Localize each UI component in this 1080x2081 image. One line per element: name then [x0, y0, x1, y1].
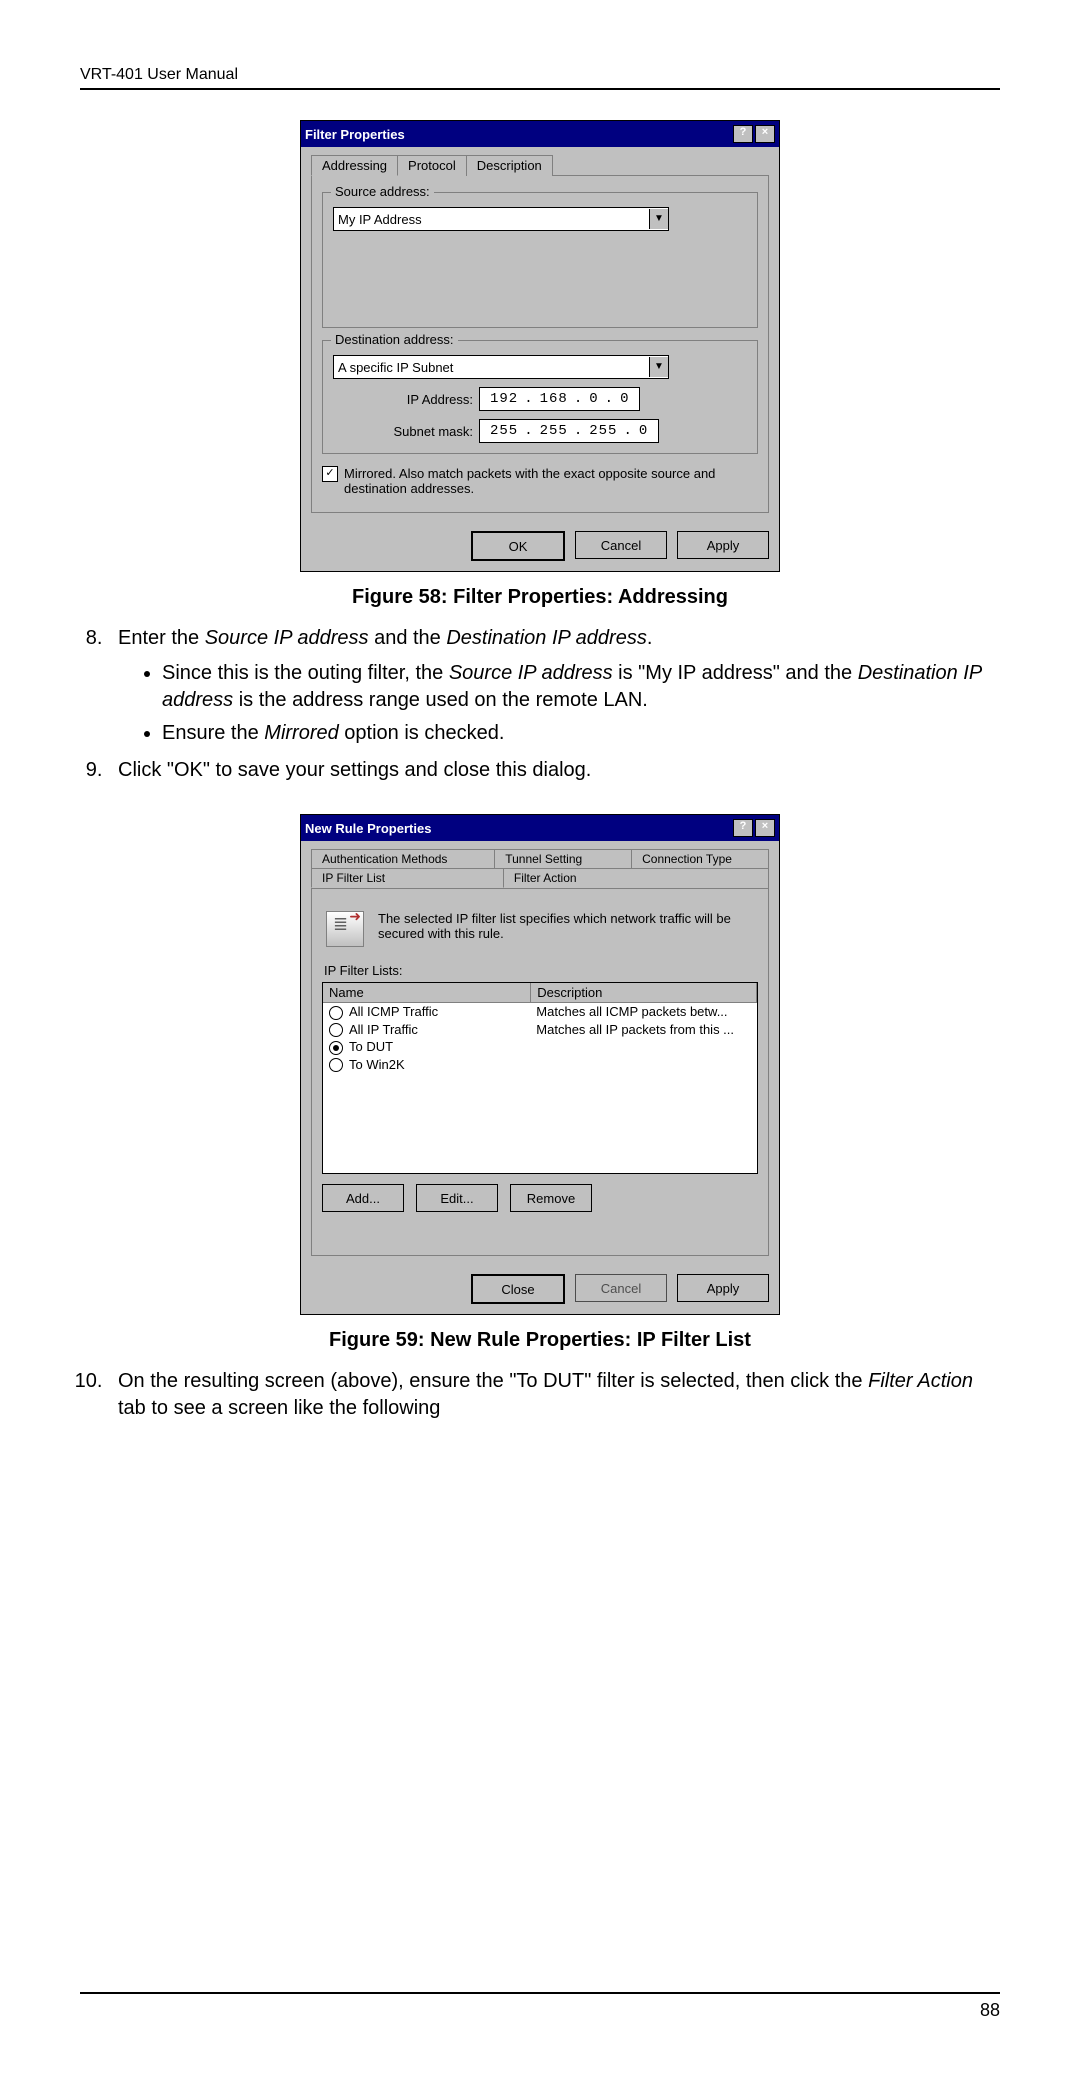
destination-address-dropdown[interactable]: A specific IP Subnet ▼ [333, 355, 669, 379]
radio-icon[interactable] [329, 1041, 343, 1055]
col-name[interactable]: Name [323, 983, 531, 1002]
ip-address-field[interactable]: 192. 168. 0. 0 [479, 387, 640, 411]
step-8: Enter the Source IP address and the Dest… [108, 625, 1000, 747]
cancel-button[interactable]: Cancel [575, 1274, 667, 1302]
filter-name-cell: To Win2K [323, 1057, 530, 1073]
destination-address-group: Destination address: A specific IP Subne… [322, 340, 758, 454]
add-button[interactable]: Add... [322, 1184, 404, 1212]
filter-desc-cell: Matches all IP packets from this ... [530, 1022, 757, 1038]
step-8-bullet-2: Ensure the Mirrored option is checked. [162, 720, 1000, 747]
filter-list-icon [326, 911, 364, 947]
chevron-down-icon: ▼ [649, 357, 668, 377]
filter-name-cell: All ICMP Traffic [323, 1004, 530, 1020]
filter-properties-dialog: Filter Properties ? × Addressing Protoco… [300, 120, 780, 572]
source-group-label: Source address: [331, 184, 434, 199]
filter-desc-cell [530, 1057, 757, 1073]
filter-desc-cell [530, 1039, 757, 1055]
dialog2-title: New Rule Properties [305, 821, 431, 836]
radio-icon[interactable] [329, 1023, 343, 1037]
step-list-2: On the resulting screen (above), ensure … [80, 1368, 1000, 1422]
remove-button[interactable]: Remove [510, 1184, 592, 1212]
filter-desc-cell: Matches all ICMP packets betw... [530, 1004, 757, 1020]
radio-icon[interactable] [329, 1006, 343, 1020]
tab-filter-action[interactable]: Filter Action [503, 868, 769, 888]
step-8-bullet-1: Since this is the outing filter, the Sou… [162, 660, 1000, 714]
tab-ip-filter-list[interactable]: IP Filter List [311, 868, 504, 888]
dialog1-title: Filter Properties [305, 127, 405, 142]
edit-button[interactable]: Edit... [416, 1184, 498, 1212]
top-rule [80, 88, 1000, 90]
table-row[interactable]: To DUT [323, 1038, 757, 1056]
new-rule-properties-dialog: New Rule Properties ? × Authentication M… [300, 814, 780, 1315]
source-address-dropdown[interactable]: My IP Address ▼ [333, 207, 669, 231]
figure-59-caption: Figure 59: New Rule Properties: IP Filte… [80, 1329, 1000, 1352]
subnet-mask-label: Subnet mask: [333, 424, 473, 439]
ip-address-label: IP Address: [333, 392, 473, 407]
help-icon[interactable]: ? [733, 819, 753, 837]
apply-button[interactable]: Apply [677, 1274, 769, 1302]
figure-58-caption: Figure 58: Filter Properties: Addressing [80, 586, 1000, 609]
table-row[interactable]: To Win2K [323, 1056, 757, 1074]
tab-addressing[interactable]: Addressing [311, 155, 398, 176]
tab-protocol[interactable]: Protocol [397, 155, 467, 176]
filter-name-cell: All IP Traffic [323, 1022, 530, 1038]
mirrored-label: Mirrored. Also match packets with the ex… [344, 466, 758, 496]
chevron-down-icon: ▼ [649, 209, 668, 229]
tab-description[interactable]: Description [466, 155, 553, 176]
ip-filter-lists-label: IP Filter Lists: [324, 963, 758, 978]
tab-connection-type[interactable]: Connection Type [631, 849, 769, 868]
destination-address-value: A specific IP Subnet [338, 360, 453, 375]
page-header: VRT-401 User Manual [80, 66, 1000, 84]
page-number: 88 [80, 2000, 1000, 2021]
step-9: Click "OK" to save your settings and clo… [108, 757, 1000, 784]
source-address-value: My IP Address [338, 212, 422, 227]
ip-filter-list-box[interactable]: Name Description All ICMP TrafficMatches… [322, 982, 758, 1174]
table-row[interactable]: All IP TrafficMatches all IP packets fro… [323, 1021, 757, 1039]
mirrored-checkbox[interactable]: ✓ [322, 466, 338, 482]
table-row[interactable]: All ICMP TrafficMatches all ICMP packets… [323, 1003, 757, 1021]
tab-tunnel-setting[interactable]: Tunnel Setting [494, 849, 632, 868]
apply-button[interactable]: Apply [677, 531, 769, 559]
cancel-button[interactable]: Cancel [575, 531, 667, 559]
subnet-mask-field[interactable]: 255. 255. 255. 0 [479, 419, 659, 443]
bottom-rule [80, 1992, 1000, 1994]
filter-name-cell: To DUT [323, 1039, 530, 1055]
tab-authentication-methods[interactable]: Authentication Methods [311, 849, 495, 868]
dialog1-titlebar: Filter Properties ? × [301, 121, 779, 147]
help-icon[interactable]: ? [733, 125, 753, 143]
dest-group-label: Destination address: [331, 332, 458, 347]
close-icon[interactable]: × [755, 125, 775, 143]
step-10: On the resulting screen (above), ensure … [108, 1368, 1000, 1422]
radio-icon[interactable] [329, 1058, 343, 1072]
ok-button[interactable]: OK [471, 531, 565, 561]
step-list: Enter the Source IP address and the Dest… [80, 625, 1000, 784]
col-description[interactable]: Description [531, 983, 757, 1002]
ip-filter-info-text: The selected IP filter list specifies wh… [378, 911, 748, 941]
close-icon[interactable]: × [755, 819, 775, 837]
source-address-group: Source address: My IP Address ▼ [322, 192, 758, 328]
dialog2-titlebar: New Rule Properties ? × [301, 815, 779, 841]
close-button[interactable]: Close [471, 1274, 565, 1304]
